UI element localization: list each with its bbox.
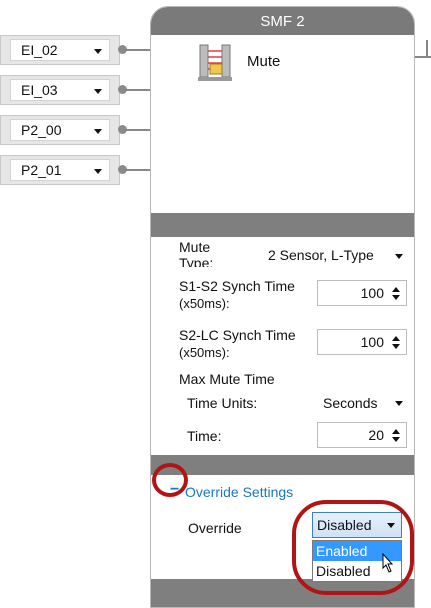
override-separator: [151, 455, 414, 475]
input-value: P2_01: [21, 162, 62, 178]
s2lc-label-line1: S2-LC Synch Time: [179, 327, 296, 343]
light-curtain-icon: [198, 44, 232, 81]
input-select[interactable]: EI_02: [10, 39, 110, 61]
chevron-down-icon[interactable]: [395, 401, 403, 406]
connection-dot: [118, 85, 127, 94]
mute-type-value[interactable]: 2 Sensor, L-Type: [268, 247, 374, 263]
s1s2-label-line1: S1-S2 Synch Time: [179, 278, 295, 294]
annotation-oval: [292, 500, 414, 595]
input-value: EI_02: [21, 42, 58, 58]
connection-dot: [118, 45, 127, 54]
input-tag-p200[interactable]: P2_00: [0, 115, 120, 145]
spin-up-icon[interactable]: [392, 336, 400, 341]
spin-down-icon[interactable]: [392, 295, 400, 300]
s1s2-label-line2: (x50ms):: [179, 296, 230, 311]
override-label: Override: [188, 520, 242, 536]
override-settings-link[interactable]: Override Settings: [185, 484, 293, 500]
time-label: Time:: [187, 428, 222, 444]
max-mute-time-label: Max Mute Time: [179, 371, 275, 387]
input-select[interactable]: P2_01: [10, 159, 110, 181]
input-select[interactable]: EI_03: [10, 79, 110, 101]
spin-value: 20: [368, 427, 384, 443]
chevron-down-icon: [94, 169, 102, 174]
mute-type-label: Mute Type:: [179, 239, 214, 267]
input-tag-ei02[interactable]: EI_02: [0, 35, 120, 65]
block-title: SMF 2: [151, 7, 414, 35]
chevron-down-icon: [94, 89, 102, 94]
spin-down-icon[interactable]: [392, 437, 400, 442]
annotation-circle: [152, 463, 188, 497]
time-input[interactable]: 20: [317, 422, 407, 448]
time-units-value[interactable]: Seconds: [323, 395, 377, 411]
spin-up-icon[interactable]: [392, 287, 400, 292]
spin-down-icon[interactable]: [392, 344, 400, 349]
input-select[interactable]: P2_00: [10, 119, 110, 141]
settings-separator: [151, 213, 414, 237]
s1s2-synch-time-input[interactable]: 100: [317, 280, 407, 306]
connection-dot: [118, 125, 127, 134]
input-value: P2_00: [21, 122, 62, 138]
time-units-label: Time Units:: [187, 395, 258, 411]
input-tag-ei03[interactable]: EI_03: [0, 75, 120, 105]
chevron-down-icon[interactable]: [395, 254, 403, 259]
function-label: Mute: [247, 53, 281, 70]
spin-value: 100: [360, 285, 384, 301]
spin-up-icon[interactable]: [392, 429, 400, 434]
output-wire-vertical: [426, 40, 428, 56]
chevron-down-icon: [94, 49, 102, 54]
s2lc-synch-time-input[interactable]: 100: [317, 329, 407, 355]
chevron-down-icon: [94, 129, 102, 134]
input-value: EI_03: [21, 82, 58, 98]
spin-value: 100: [360, 334, 384, 350]
s2lc-label-line2: (x50ms):: [179, 345, 230, 360]
connection-dot: [118, 165, 127, 174]
input-tag-p201[interactable]: P2_01: [0, 155, 120, 185]
